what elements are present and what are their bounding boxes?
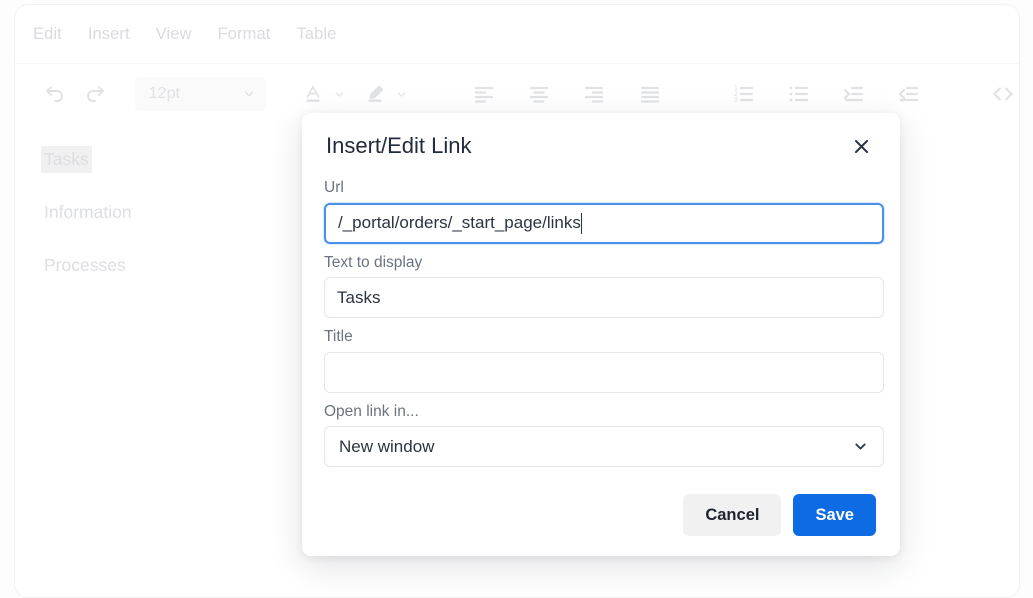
open-link-in-value: New window bbox=[339, 436, 435, 456]
title-label: Title bbox=[324, 328, 353, 346]
open-link-in-label: Open link in... bbox=[324, 402, 419, 420]
url-input-value: /_portal/orders/_start_page/links bbox=[338, 213, 581, 233]
text-cursor bbox=[580, 212, 582, 234]
title-input[interactable] bbox=[324, 351, 884, 393]
highlight-color-chevron-down-icon[interactable] bbox=[391, 77, 413, 111]
text-to-display-label: Text to display bbox=[324, 253, 423, 271]
align-left-icon[interactable] bbox=[468, 77, 499, 111]
align-center-icon[interactable] bbox=[524, 77, 555, 111]
dialog-title: Insert/Edit Link bbox=[326, 133, 472, 158]
numbered-list-icon[interactable]: 1 2 3 bbox=[728, 77, 759, 111]
source-code-icon[interactable] bbox=[988, 77, 1019, 111]
text-to-display-value: Tasks bbox=[337, 287, 381, 307]
menu-item-format[interactable]: Format bbox=[218, 26, 271, 43]
align-right-icon[interactable] bbox=[579, 77, 610, 111]
title-field-group: Title bbox=[324, 328, 884, 393]
open-link-in-select[interactable]: New window bbox=[324, 426, 884, 468]
screen: Edit Insert View Format Table 12pt 1 2 3… bbox=[0, 0, 1033, 598]
menu-item-table[interactable]: Table bbox=[296, 26, 336, 43]
open-link-in-field-group: Open link in... New window bbox=[324, 402, 884, 468]
undo-icon[interactable] bbox=[39, 77, 70, 111]
text-to-display-input[interactable]: Tasks bbox=[324, 277, 884, 319]
url-input[interactable]: /_portal/orders/_start_page/links bbox=[324, 202, 884, 244]
menu-item-view[interactable]: View bbox=[156, 26, 192, 43]
url-label: Url bbox=[324, 179, 344, 196]
bullet-list-icon[interactable] bbox=[783, 77, 814, 111]
text-to-display-field-group: Text to display Tasks bbox=[324, 253, 884, 319]
increase-indent-icon[interactable] bbox=[839, 77, 870, 111]
url-field-group: Url /_portal/orders/_start_page/links bbox=[324, 179, 884, 244]
chevron-down-icon bbox=[852, 438, 869, 455]
text-color-icon[interactable] bbox=[297, 77, 328, 111]
save-button[interactable]: Save bbox=[793, 494, 876, 536]
doc-line-tasks[interactable]: Tasks bbox=[41, 146, 92, 173]
doc-line-information[interactable]: Information bbox=[41, 199, 135, 226]
cancel-button[interactable]: Cancel bbox=[683, 494, 782, 536]
insert-edit-link-dialog: Insert/Edit Link Url /_portal/orders/_st… bbox=[302, 113, 900, 556]
font-size-select[interactable]: 12pt bbox=[134, 77, 266, 111]
dialog-footer: Cancel Save bbox=[683, 494, 876, 536]
align-justify-icon[interactable] bbox=[634, 77, 665, 111]
redo-icon[interactable] bbox=[80, 77, 111, 111]
menu-item-edit[interactable]: Edit bbox=[33, 26, 62, 43]
menu-item-insert[interactable]: Insert bbox=[88, 26, 130, 43]
decrease-indent-icon[interactable] bbox=[894, 77, 925, 111]
text-color-chevron-down-icon[interactable] bbox=[328, 77, 350, 111]
font-size-value: 12pt bbox=[148, 85, 180, 102]
svg-text:3: 3 bbox=[734, 97, 738, 104]
editor-menubar: Edit Insert View Format Table bbox=[15, 5, 1019, 63]
close-icon[interactable] bbox=[846, 131, 876, 161]
highlight-color-icon[interactable] bbox=[360, 77, 391, 111]
doc-line-processes[interactable]: Processes bbox=[41, 252, 129, 279]
dialog-header: Insert/Edit Link bbox=[324, 113, 878, 179]
chevron-down-icon bbox=[242, 87, 256, 101]
